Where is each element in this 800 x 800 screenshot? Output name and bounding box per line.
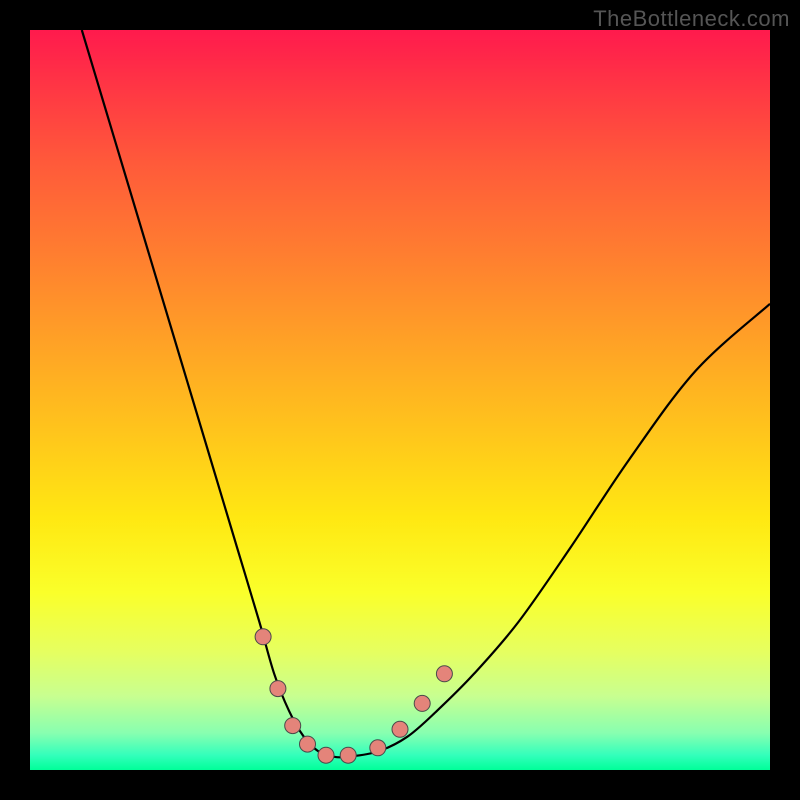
curve-markers <box>255 629 452 763</box>
curve-marker <box>255 629 271 645</box>
curve-layer <box>30 30 770 770</box>
curve-marker <box>300 736 316 752</box>
curve-marker <box>392 721 408 737</box>
curve-marker <box>436 666 452 682</box>
chart-frame: TheBottleneck.com <box>0 0 800 800</box>
bottleneck-curve <box>82 30 770 757</box>
curve-marker <box>340 747 356 763</box>
curve-marker <box>414 695 430 711</box>
curve-marker <box>318 747 334 763</box>
plot-area <box>30 30 770 770</box>
curve-marker <box>270 681 286 697</box>
watermark-text: TheBottleneck.com <box>593 6 790 32</box>
curve-marker <box>285 718 301 734</box>
curve-marker <box>370 740 386 756</box>
